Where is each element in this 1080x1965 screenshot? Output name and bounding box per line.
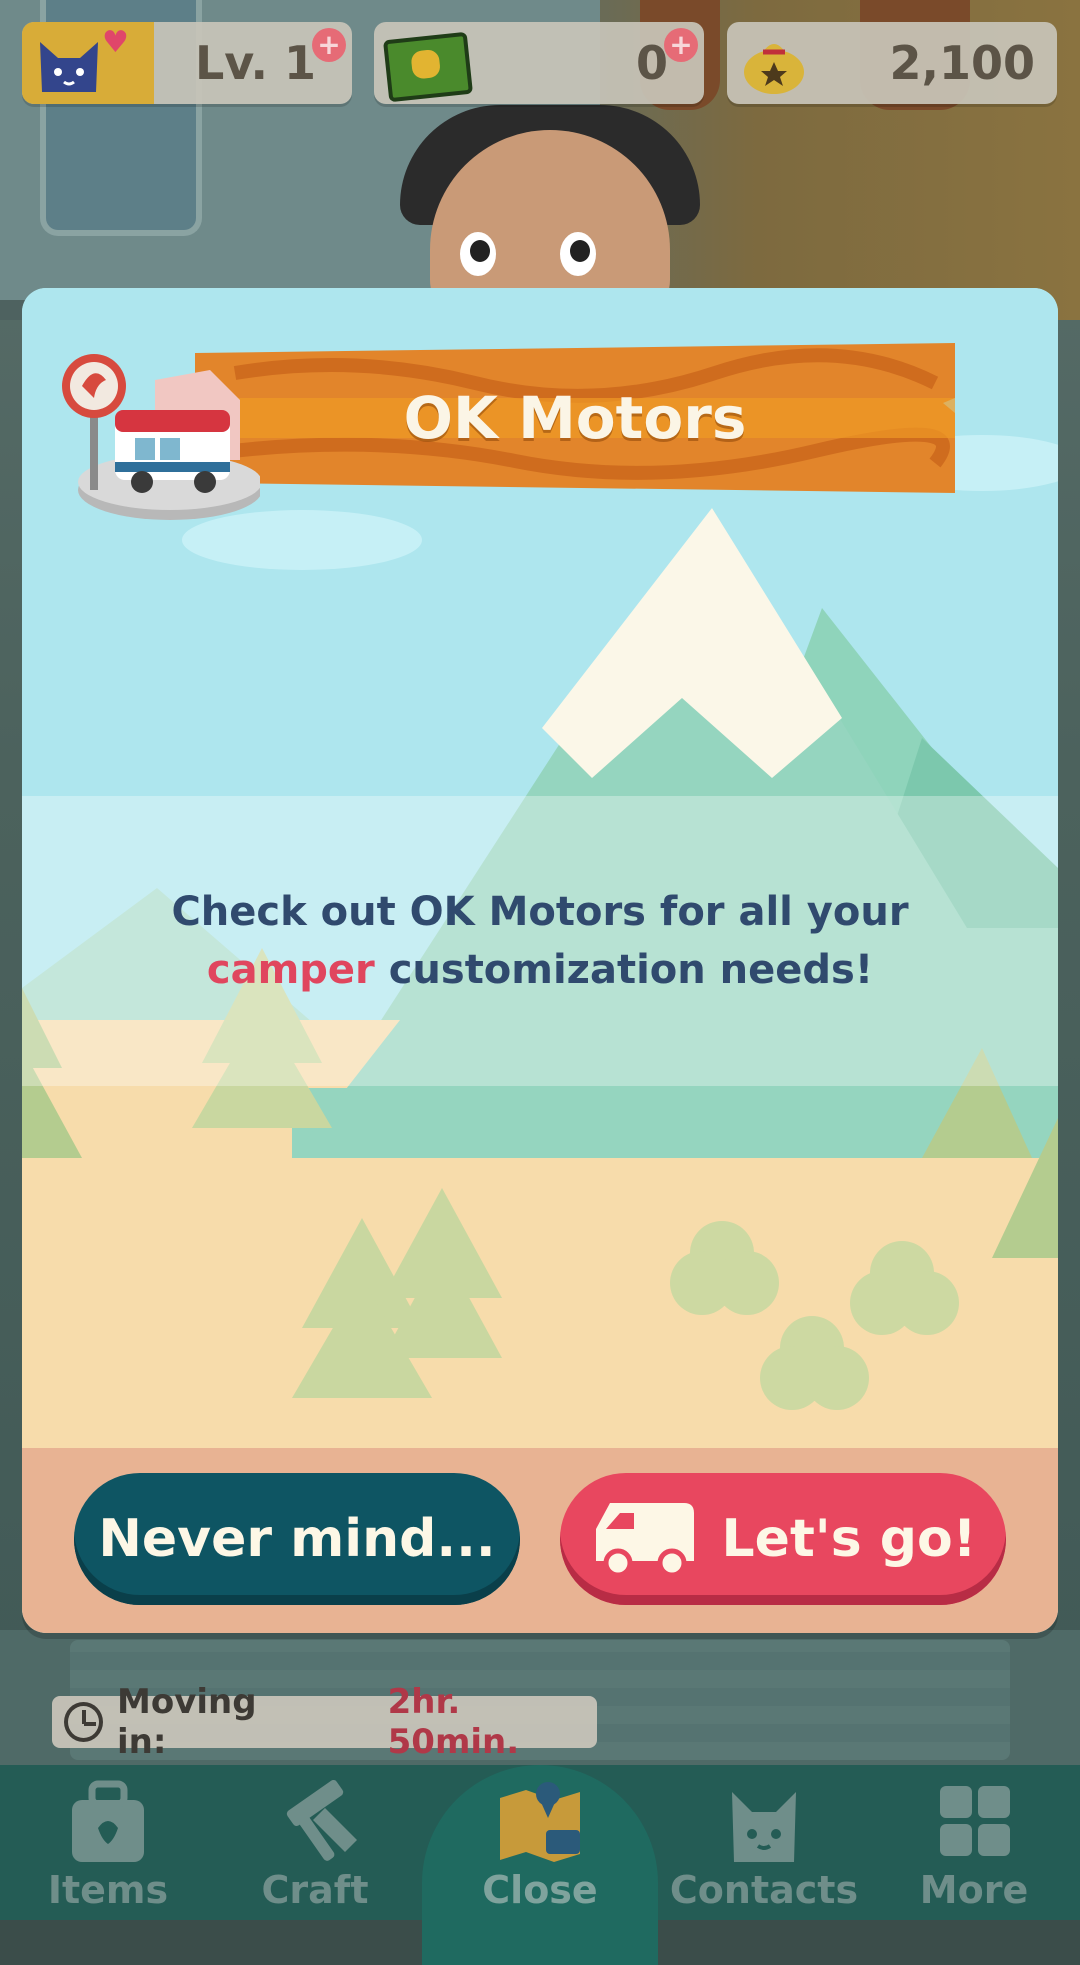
- player-avatar: ♥: [22, 22, 154, 104]
- grid-icon: [940, 1786, 1010, 1856]
- level-display[interactable]: ♥ Lv. 1 +: [22, 22, 352, 104]
- leaf-ticket-icon: [382, 31, 474, 103]
- lets-go-label: Let's go!: [721, 1509, 977, 1569]
- nav-contacts-label: Contacts: [669, 1868, 859, 1912]
- bells-display: 2,100: [727, 22, 1057, 104]
- nav-close[interactable]: Close: [432, 1770, 648, 1920]
- cat-avatar-icon: [40, 42, 98, 92]
- dialog-title: OK Motors: [403, 384, 747, 452]
- nav-close-label: Close: [482, 1868, 598, 1912]
- camper-truck-icon: [595, 1503, 694, 1578]
- bell-bag-icon: [744, 44, 804, 94]
- heart-icon: ♥: [102, 25, 129, 60]
- nav-contacts[interactable]: Contacts: [656, 1770, 872, 1920]
- plus-icon[interactable]: +: [312, 28, 346, 62]
- dialog-message: Check out OK Motors for all your camper …: [22, 883, 1058, 999]
- message-line-1: Check out OK Motors for all your: [171, 889, 909, 935]
- ok-motors-dialog: OK Motors Check out OK Motors for all yo…: [22, 288, 1058, 1633]
- moving-in-label: Moving in:: [117, 1682, 257, 1762]
- bells-count: 2,100: [889, 36, 1035, 90]
- map-icon: [500, 1782, 580, 1862]
- never-mind-button[interactable]: Never mind...: [74, 1473, 520, 1605]
- nav-items[interactable]: Items: [0, 1770, 216, 1920]
- ok-motors-shop-icon: [62, 354, 260, 520]
- clock-icon: [64, 1702, 103, 1742]
- moving-in-status: Moving in: 2hr. 50min.: [52, 1682, 597, 1762]
- player-eye: [460, 232, 496, 276]
- message-line-2-rest: customization needs!: [374, 947, 874, 993]
- message-highlight-word: camper: [206, 947, 375, 993]
- lets-go-button[interactable]: Let's go!: [560, 1473, 1006, 1605]
- plus-icon[interactable]: +: [664, 28, 698, 62]
- bag-icon: [72, 1780, 144, 1862]
- cat-face-icon: [732, 1792, 796, 1862]
- hammer-saw-icon: [286, 1779, 357, 1861]
- message-line-2: camper customization needs!: [22, 941, 1058, 999]
- nav-more-label: More: [919, 1868, 1029, 1912]
- nav-craft[interactable]: Craft: [207, 1770, 423, 1920]
- nav-craft-label: Craft: [261, 1868, 369, 1912]
- player-eye: [560, 232, 596, 276]
- nav-more[interactable]: More: [866, 1770, 1080, 1920]
- nav-items-label: Items: [47, 1868, 169, 1912]
- moving-in-time: 2hr. 50min.: [387, 1682, 520, 1762]
- never-mind-label: Never mind...: [98, 1509, 496, 1569]
- leaf-ticket-display[interactable]: 0 +: [374, 22, 704, 104]
